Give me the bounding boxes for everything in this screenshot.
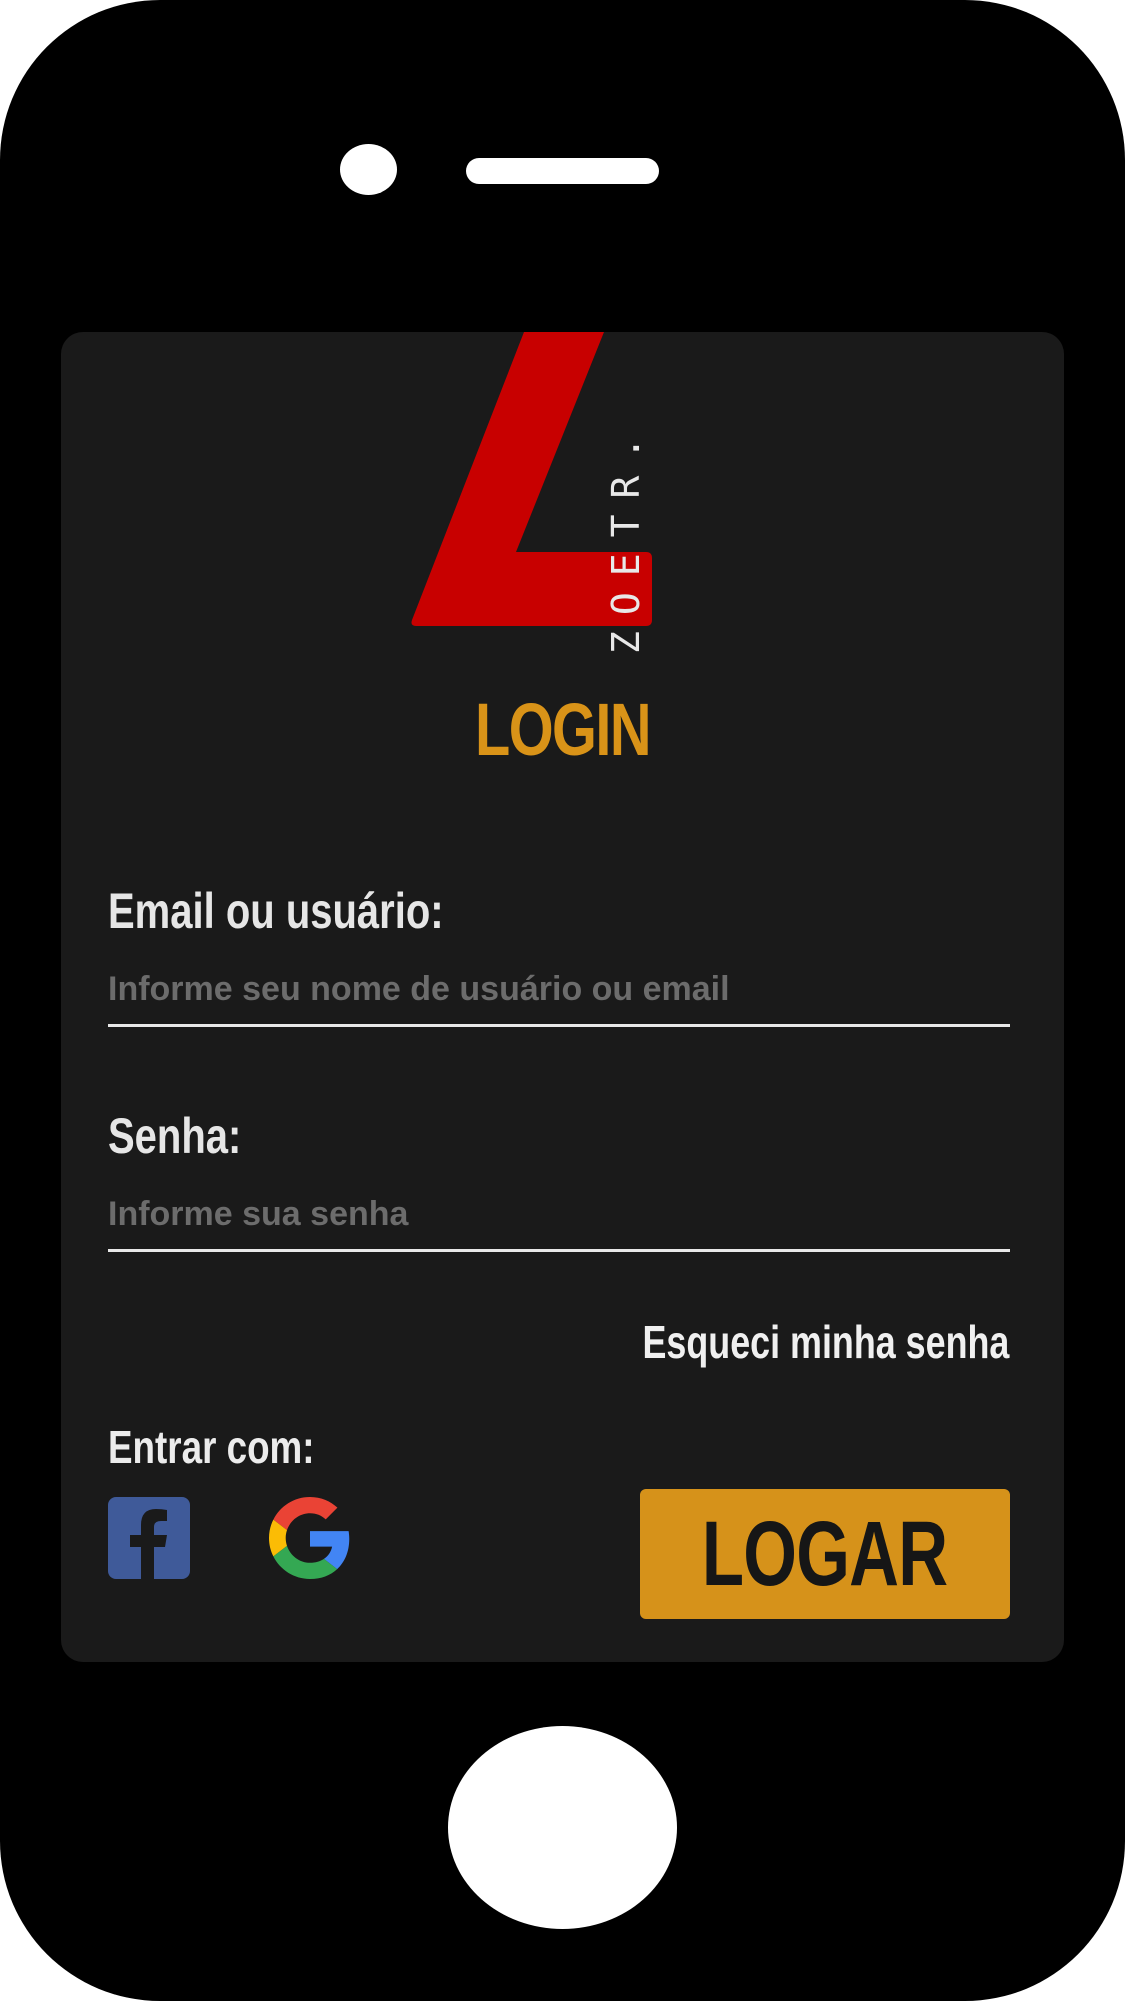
facebook-icon <box>108 1497 190 1579</box>
login-submit-button[interactable]: LOGAR <box>640 1489 1010 1619</box>
social-login-label: Entrar com: <box>108 1421 315 1473</box>
email-field[interactable] <box>108 967 1010 1024</box>
brand-name: ZOETR. <box>604 420 648 654</box>
phone-speaker <box>466 158 659 184</box>
password-field-wrapper <box>108 1192 1010 1252</box>
facebook-login-button[interactable] <box>108 1497 190 1579</box>
google-login-button[interactable] <box>269 1497 351 1579</box>
page-title: LOGIN <box>475 688 652 771</box>
forgot-password-link[interactable]: Esqueci minha senha <box>642 1315 1009 1369</box>
phone-camera <box>340 144 397 195</box>
phone-frame: ZOETR. LOGIN Email ou usuário: Senha: Es… <box>0 0 1125 2001</box>
google-icon <box>269 1497 350 1579</box>
login-submit-label: LOGAR <box>702 1502 948 1605</box>
phone-home-button <box>448 1726 677 1929</box>
password-label: Senha: <box>108 1108 242 1164</box>
email-label: Email ou usuário: <box>108 883 444 939</box>
email-field-wrapper <box>108 967 1010 1027</box>
password-field[interactable] <box>108 1192 1010 1249</box>
login-screen: ZOETR. LOGIN Email ou usuário: Senha: Es… <box>61 332 1064 1662</box>
